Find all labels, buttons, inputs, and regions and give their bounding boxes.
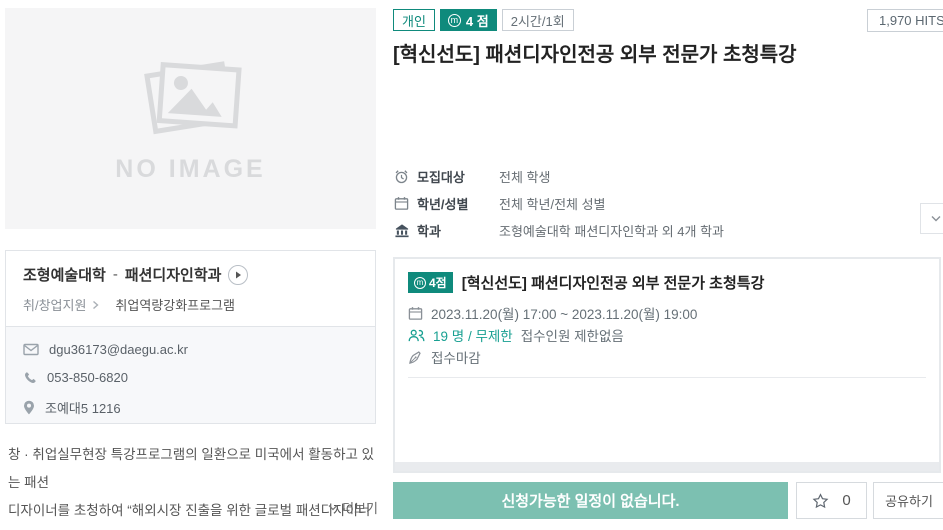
badge-mileage-points: m 4 점: [440, 9, 497, 31]
schedule-points-badge: m 4점: [408, 272, 453, 293]
envelope-icon: [23, 343, 39, 356]
detail-label: 모집대상: [417, 167, 499, 186]
contact-email-row: dgu36173@daegu.ac.kr: [23, 342, 358, 357]
organization-card: 조형예술대학 - 패션디자인학과 취/창업지원 취업역량강화프로그램: [5, 250, 376, 424]
badge-points-label: 4 점: [466, 11, 489, 30]
mileage-icon: m: [448, 14, 461, 27]
contact-email: dgu36173@daegu.ac.kr: [49, 342, 188, 357]
schedule-points-label: 4점: [429, 274, 447, 291]
badge-personal: 개인: [393, 9, 435, 31]
chevron-down-icon: [931, 215, 941, 222]
more-link-label: 더보기: [342, 498, 378, 517]
calendar-icon: [393, 196, 410, 211]
detail-row-department: 학과 조형예술대학 패션디자인학과 외 4개 학과: [393, 217, 913, 244]
contact-phone: 053-850-6820: [47, 370, 128, 385]
capacity-note: 접수인원 제한없음: [521, 325, 624, 345]
mileage-icon: m: [414, 277, 426, 289]
schedule-datetime-row: 2023.11.20(월) 17:00 ~ 2023.11.20(월) 19:0…: [408, 302, 926, 324]
calendar-icon: [408, 306, 423, 321]
schedule-scrollbar[interactable]: [395, 462, 939, 471]
capacity-count: 19 명 / 무제한: [433, 325, 513, 345]
schedule-divider: [408, 377, 926, 378]
detail-row-target: 모집대상 전체 학생: [393, 163, 913, 190]
badge-duration: 2시간/1회: [502, 9, 574, 31]
schedule-title-row: m 4점 [혁신선도] 패션디자인전공 외부 전문가 초청특강: [408, 272, 926, 293]
schedule-status: 접수마감: [431, 347, 481, 367]
schedule-title: [혁신선도] 패션디자인전공 외부 전문가 초청특강: [462, 272, 765, 293]
favorite-count: 0: [842, 492, 850, 509]
contact-location: 조예대5 1216: [45, 398, 121, 417]
department-name: 패션디자인학과: [125, 264, 222, 285]
no-schedule-button[interactable]: 신청가능한 일정이 없습니다.: [393, 482, 788, 519]
detail-value: 조형예술대학 패션디자인학과 외 4개 학과: [499, 221, 724, 240]
contact-location-row: 조예대5 1216: [23, 398, 358, 417]
detail-label: 학년/성별: [417, 194, 499, 213]
schedule-datetime: 2023.11.20(월) 17:00 ~ 2023.11.20(월) 19:0…: [431, 303, 697, 323]
clock-icon: [393, 169, 410, 184]
schedule-card: m 4점 [혁신선도] 패션디자인전공 외부 전문가 초청특강 2023.11.…: [393, 257, 941, 473]
college-name: 조형예술대학: [23, 264, 106, 285]
description-line1: 창 · 취업실무현장 특강프로그램의 일환으로 미국에서 활동하고 있는 패션: [8, 441, 378, 497]
detail-row-grade-gender: 학년/성별 전체 학년/전체 성별: [393, 190, 913, 217]
no-image-label: NO IMAGE: [115, 155, 265, 184]
contact-phone-row: 053-850-6820: [23, 370, 358, 385]
badge-row: 개인 m 4 점 2시간/1회: [393, 9, 574, 31]
favorite-button[interactable]: 0: [796, 482, 867, 519]
organization-header: 조형예술대학 - 패션디자인학과 취/창업지원 취업역량강화프로그램: [6, 251, 375, 325]
schedule-status-row: 접수마감: [408, 346, 926, 368]
chevron-down-icon: [328, 504, 338, 511]
breadcrumb-program[interactable]: 취업역량강화프로그램: [115, 295, 235, 314]
page-title: [혁신선도] 패션디자인전공 외부 전문가 초청특강: [393, 38, 933, 67]
map-pin-icon: [23, 400, 35, 415]
pen-icon: [408, 350, 423, 365]
more-link[interactable]: 더보기: [8, 498, 378, 517]
org-separator: -: [113, 266, 118, 283]
phone-icon: [23, 371, 37, 385]
department-expand-button[interactable]: [920, 203, 943, 234]
detail-value: 전체 학생: [499, 167, 550, 186]
people-icon: [408, 329, 425, 342]
chevron-right-icon: [92, 300, 99, 310]
detail-value: 전체 학년/전체 성별: [499, 194, 606, 213]
schedule-capacity-row: 19 명 / 무제한 접수인원 제한없음: [408, 324, 926, 346]
program-detail-page: NO IMAGE 조형예술대학 - 패션디자인학과 취/창업지원 취업역량강화프…: [0, 0, 943, 530]
breadcrumb: 취/창업지원 취업역량강화프로그램: [23, 295, 358, 314]
detail-label: 학과: [417, 221, 499, 240]
star-icon: [812, 493, 829, 509]
share-button[interactable]: 공유하기: [873, 482, 943, 519]
bank-icon: [393, 223, 410, 238]
program-details: 모집대상 전체 학생 학년/성별 전체 학년/전체 성별 학과 조형예술대학 패…: [393, 163, 913, 244]
play-icon[interactable]: [228, 265, 248, 285]
organization-contacts: dgu36173@daegu.ac.kr 053-850-6820 조예대5 1…: [6, 326, 375, 423]
program-image-placeholder: NO IMAGE: [5, 8, 376, 229]
hits-counter: 1,970 HITS: [867, 9, 943, 32]
breadcrumb-category[interactable]: 취/창업지원: [23, 295, 86, 314]
no-image-icon: [135, 53, 247, 141]
